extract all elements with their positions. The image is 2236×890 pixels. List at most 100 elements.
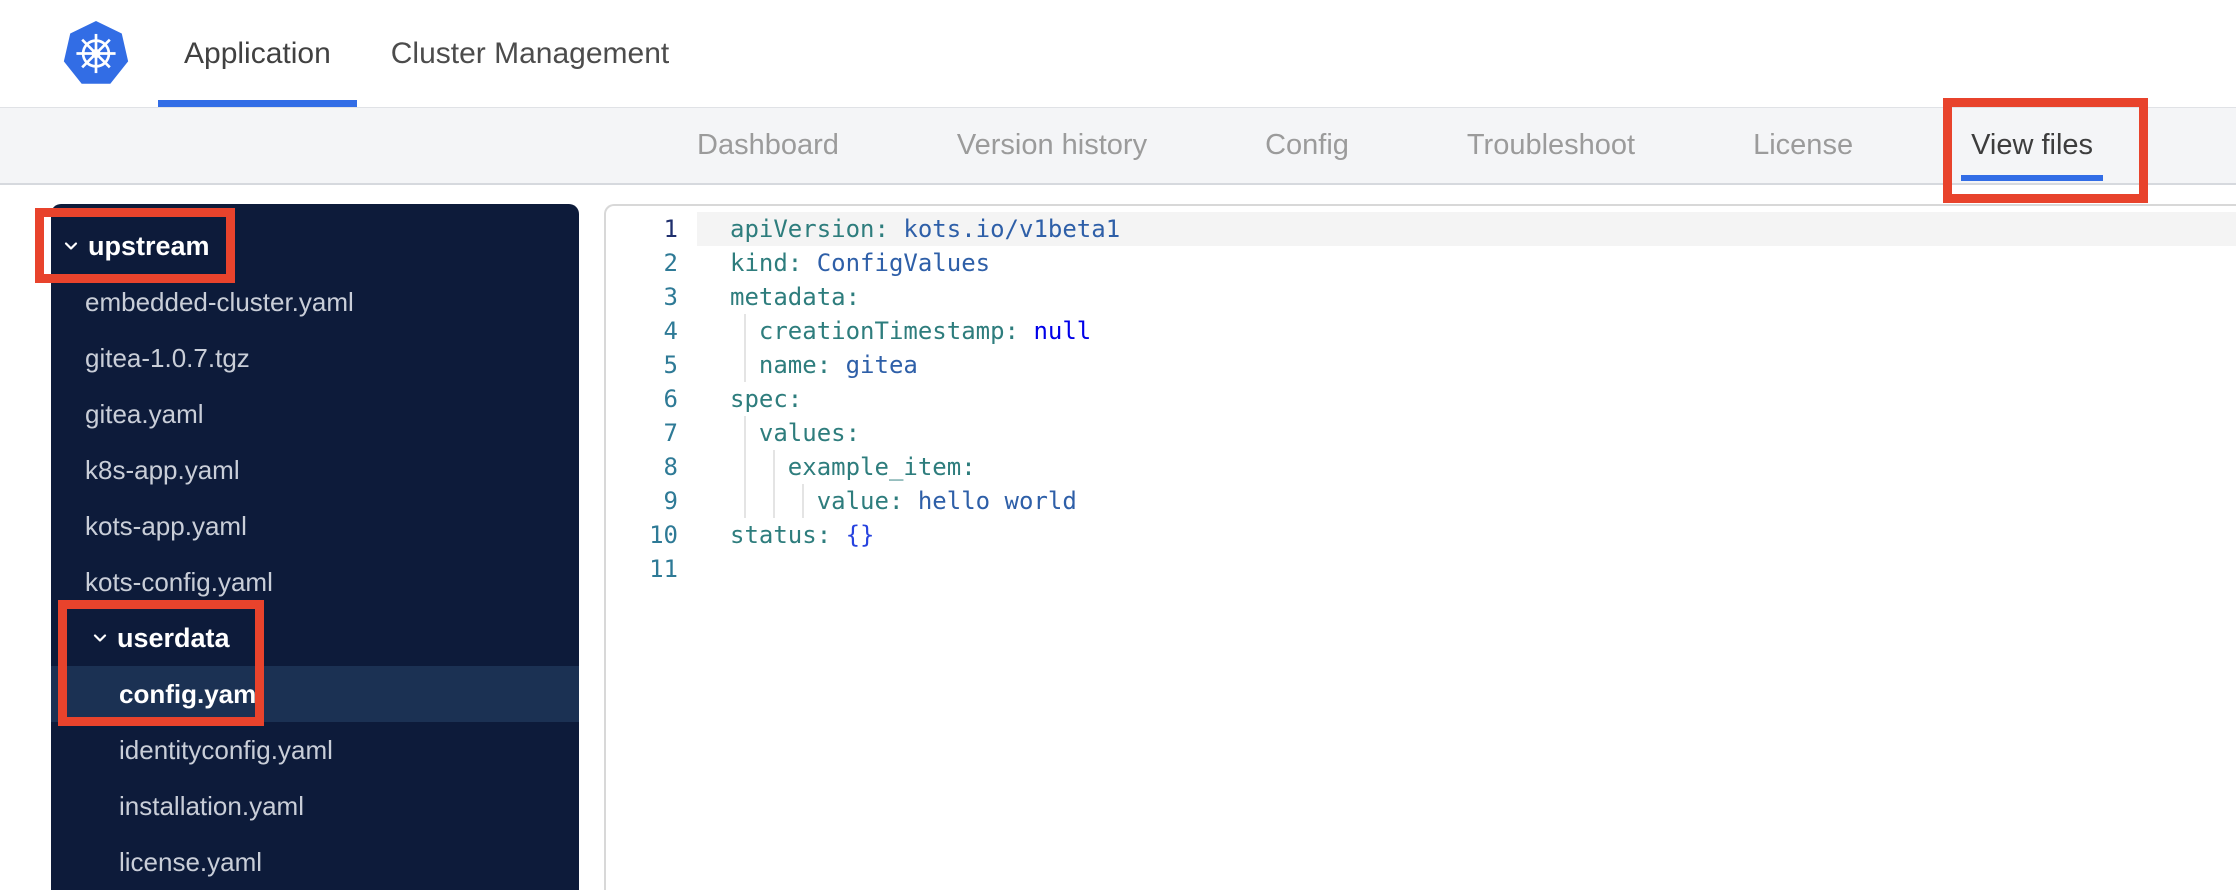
tree-item-identityconfig-yaml[interactable]: identityconfig.yaml xyxy=(51,722,579,778)
nav-tab-license[interactable]: License xyxy=(1753,108,1853,183)
nav-tab-version-history[interactable]: Version history xyxy=(957,108,1147,183)
code-line-10: 10 status: {} xyxy=(606,518,2236,552)
file-label: embedded-cluster.yaml xyxy=(85,286,354,317)
code-line-content: kind: ConfigValues xyxy=(697,246,2236,280)
indent-guide xyxy=(744,416,747,450)
file-label: gitea.yaml xyxy=(85,398,204,429)
code-line-8: 8 example_item: xyxy=(606,450,2236,484)
code-editor[interactable]: 1 apiVersion: kots.io/v1beta1 2 kind: Confi… xyxy=(604,204,2236,890)
token-key: apiVersion: xyxy=(730,215,889,243)
line-number: 9 xyxy=(663,487,678,515)
line-number: 2 xyxy=(663,249,678,277)
folder-label: upstream xyxy=(88,230,210,261)
code-line-2: 2 kind: ConfigValues xyxy=(606,246,2236,280)
indent-guide xyxy=(802,484,805,518)
code-line-content: example_item: xyxy=(697,450,2236,484)
nav-tab-config[interactable]: Config xyxy=(1265,108,1349,183)
token-str: hello world xyxy=(903,487,1077,515)
indent-guide xyxy=(744,314,747,348)
line-number: 10 xyxy=(649,521,678,549)
tree-item-gitea-1-0-7-tgz[interactable]: gitea-1.0.7.tgz xyxy=(51,330,579,386)
kubernetes-logo-icon xyxy=(62,19,130,87)
code-line-content: creationTimestamp: null xyxy=(697,314,2236,348)
line-number: 4 xyxy=(663,317,678,345)
token-key: value: xyxy=(816,487,904,515)
editor-lines: 1 apiVersion: kots.io/v1beta1 2 kind: Confi… xyxy=(606,212,2236,586)
line-number: 5 xyxy=(663,351,678,379)
tree-item-license-yaml[interactable]: license.yaml xyxy=(51,834,579,890)
indent-guide xyxy=(773,484,776,518)
token-key: name: xyxy=(758,351,832,379)
file-label: config.yaml xyxy=(119,678,264,709)
tree-item-k8s-app-yaml[interactable]: k8s-app.yaml xyxy=(51,442,579,498)
app-nav-tabs: Dashboard Version history Config Troublesho… xyxy=(0,107,2236,185)
code-line-3: 3 metadata: xyxy=(606,280,2236,314)
token-key: spec: xyxy=(730,385,803,413)
nav-tab-label: Dashboard xyxy=(697,129,839,161)
code-line-content: status: {} xyxy=(697,518,2236,552)
code-line-content: metadata: xyxy=(697,280,2236,314)
code-line-9: 9 value: hello world xyxy=(606,484,2236,518)
file-label: kots-app.yaml xyxy=(85,510,247,541)
token-str: gitea xyxy=(831,351,918,379)
nav-tab-label: Config xyxy=(1265,129,1349,161)
nav-tab-view-files[interactable]: View files xyxy=(1961,108,2104,183)
tree-item-gitea-yaml[interactable]: gitea.yaml xyxy=(51,386,579,442)
token-key: kind: xyxy=(730,249,803,277)
code-line-7: 7 values: xyxy=(606,416,2236,450)
line-number: 6 xyxy=(663,385,678,413)
tree-item-embedded-cluster-yaml[interactable]: embedded-cluster.yaml xyxy=(51,274,579,330)
nav-tab-dashboard[interactable]: Dashboard xyxy=(697,108,839,183)
code-line-4: 4 creationTimestamp: null xyxy=(606,314,2236,348)
line-number: 11 xyxy=(649,555,678,583)
code-line-content: spec: xyxy=(697,382,2236,416)
tree-item-upstream[interactable]: upstream xyxy=(51,218,579,274)
indent-guide xyxy=(744,450,747,484)
chevron-down-icon xyxy=(63,238,79,254)
file-label: installation.yaml xyxy=(119,790,304,821)
code-line-content xyxy=(697,552,2236,586)
line-number: 7 xyxy=(663,419,678,447)
tree-item-userdata[interactable]: userdata xyxy=(51,610,579,666)
code-line-6: 6 spec: xyxy=(606,382,2236,416)
top-tab-cluster-management[interactable]: Cluster Management xyxy=(365,0,695,107)
file-label: k8s-app.yaml xyxy=(85,454,240,485)
tree-item-kots-app-yaml[interactable]: kots-app.yaml xyxy=(51,498,579,554)
code-line-content: value: hello world xyxy=(697,484,2236,518)
top-tab-application[interactable]: Application xyxy=(158,0,357,107)
folder-label: userdata xyxy=(117,622,230,653)
nav-tab-troubleshoot[interactable]: Troubleshoot xyxy=(1467,108,1635,183)
top-tab-label: Application xyxy=(184,36,331,70)
token-kw: null xyxy=(1019,317,1092,345)
nav-tab-label: Version history xyxy=(956,129,1148,161)
file-label: gitea-1.0.7.tgz xyxy=(85,342,250,373)
token-key: values: xyxy=(758,419,861,447)
file-label: kots-config.yaml xyxy=(85,566,273,597)
code-line-content: name: gitea xyxy=(697,348,2236,382)
indent-guide xyxy=(773,450,776,484)
token-key: creationTimestamp: xyxy=(758,317,1019,345)
line-number: 3 xyxy=(663,283,678,311)
top-tabs: Application Cluster Management xyxy=(158,0,703,107)
token-br: {} xyxy=(831,521,875,549)
token-str: ConfigValues xyxy=(802,249,991,277)
code-line-1: 1 apiVersion: kots.io/v1beta1 xyxy=(606,212,2236,246)
file-label: identityconfig.yaml xyxy=(119,734,333,765)
line-number: 8 xyxy=(663,453,678,481)
file-tree-panel: upstream embedded-cluster.yaml gitea-1.0.7… xyxy=(51,204,579,890)
nav-tab-label: License xyxy=(1753,129,1854,161)
kots-admin-console: Application Cluster Management Dashboard V… xyxy=(0,0,2236,890)
token-key: status: xyxy=(730,521,832,549)
code-line-5: 5 name: gitea xyxy=(606,348,2236,382)
token-key: example_item: xyxy=(787,453,976,481)
nav-tab-label: View files xyxy=(1971,129,2094,161)
indent-guide xyxy=(744,348,747,382)
tree-item-kots-config-yaml[interactable]: kots-config.yaml xyxy=(51,554,579,610)
code-line-11: 11 xyxy=(606,552,2236,586)
tree-item-config-yaml[interactable]: config.yaml xyxy=(51,666,579,722)
token-str: kots.io/v1beta1 xyxy=(888,215,1121,243)
tree-item-installation-yaml[interactable]: installation.yaml xyxy=(51,778,579,834)
file-tree: upstream embedded-cluster.yaml gitea-1.0.7… xyxy=(51,218,579,890)
top-navbar: Application Cluster Management xyxy=(0,0,2236,107)
